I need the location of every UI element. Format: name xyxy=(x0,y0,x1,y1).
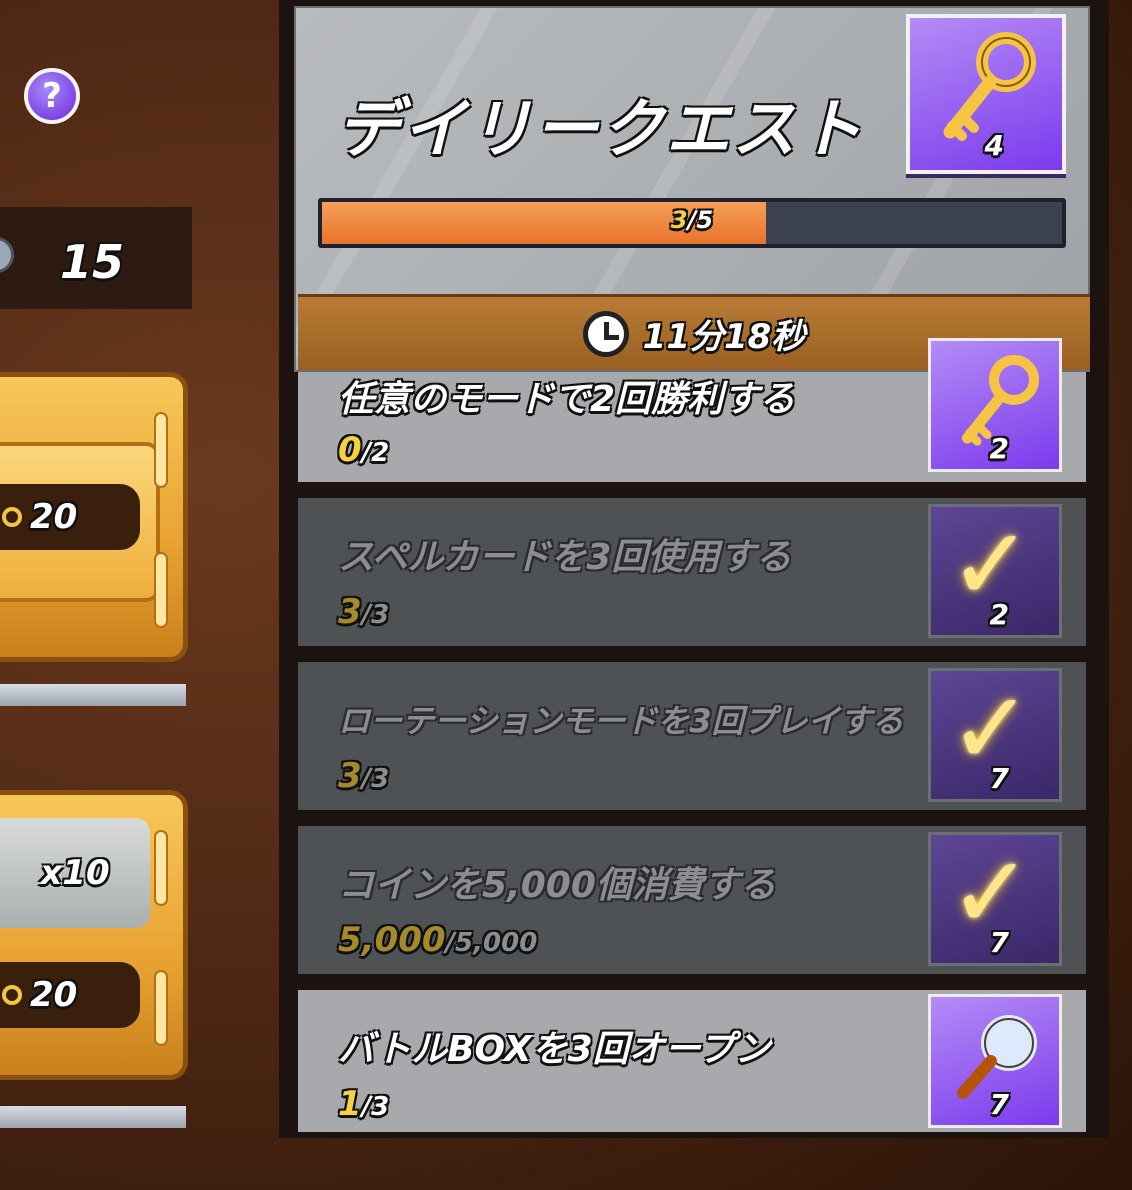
quest-reward: ✓ 7 xyxy=(928,668,1062,802)
quest-item[interactable]: 任意のモードで2回勝利する 0/2 2 xyxy=(298,338,1086,482)
chest-cost: 20 xyxy=(0,484,140,550)
progress-current: 3 xyxy=(670,206,688,234)
header-reward[interactable]: 4 xyxy=(906,14,1066,174)
quest-progress: 3/3 xyxy=(338,592,389,632)
quest-progress-current: 5,000 xyxy=(338,920,446,960)
help-button[interactable]: ? xyxy=(24,68,80,124)
quest-title: ローテーションモードを3回プレイする xyxy=(338,702,904,740)
quest-progress-total: /3 xyxy=(361,600,390,630)
quest-progress-current: 0 xyxy=(338,430,362,470)
help-icon: ? xyxy=(42,76,62,116)
quest-title: 任意のモードで2回勝利する xyxy=(338,379,796,420)
quest-progress-total: /3 xyxy=(361,764,390,794)
chest-stand xyxy=(0,1106,186,1128)
currency-display: 15 xyxy=(0,207,192,309)
chest-window: x10 xyxy=(0,818,150,928)
daily-progress-bar: 3/5 xyxy=(318,198,1066,248)
quest-item[interactable]: スペルカードを3回使用する 3/3 ✓ 2 xyxy=(298,498,1086,646)
quest-reward-count: 2 xyxy=(989,598,1009,631)
quest-reward-count: 7 xyxy=(989,762,1009,795)
quest-title: コインを5,000個消費する xyxy=(338,865,776,906)
quest-progress-current: 3 xyxy=(338,756,362,796)
quest-progress-total: /5,000 xyxy=(445,928,538,958)
quest-progress-current: 1 xyxy=(338,1084,362,1124)
quest-progress-current: 3 xyxy=(338,592,362,632)
chest-hinge xyxy=(154,830,168,906)
currency-value: 15 xyxy=(60,235,125,289)
quest-progress: 5,000/5,000 xyxy=(338,920,537,960)
page-title: デイリークエスト xyxy=(336,93,864,167)
quest-title: スペルカードを3回使用する xyxy=(338,537,792,578)
chest-hinge xyxy=(154,552,168,628)
quest-item[interactable]: バトルBOXを3回オープン 1/3 7 xyxy=(298,990,1086,1132)
progress-label: 3/5 xyxy=(322,206,1062,234)
header-reward-count: 4 xyxy=(984,129,1004,162)
chest-multiplier: x10 xyxy=(40,853,110,893)
quest-progress-total: /2 xyxy=(361,438,390,468)
key-icon xyxy=(2,507,22,527)
chest-cost-value: 20 xyxy=(30,975,78,1015)
timer-text: 11分18秒 xyxy=(642,317,806,357)
quest-progress: 1/3 xyxy=(338,1084,389,1124)
clock-icon xyxy=(582,310,629,357)
chest-cost: 20 xyxy=(0,962,140,1028)
quest-reward-count: 2 xyxy=(989,432,1009,465)
quest-progress-total: /3 xyxy=(361,1092,390,1122)
quest-reward: 2 xyxy=(928,338,1062,472)
quest-reward: 7 xyxy=(928,994,1062,1128)
chest-2[interactable]: x10 20 xyxy=(0,790,190,1128)
quest-reward: ✓ 7 xyxy=(928,832,1062,966)
chest-hinge xyxy=(154,412,168,488)
chest-1[interactable]: 20 xyxy=(0,372,190,706)
progress-total: /5 xyxy=(687,206,714,234)
daily-quest-header: デイリークエスト 4 3/5 11分18秒 xyxy=(294,6,1090,372)
quest-reward-count: 7 xyxy=(989,1088,1009,1121)
quest-title: バトルBOXを3回オープン xyxy=(338,1029,771,1070)
chest-hinge xyxy=(154,970,168,1046)
quest-item[interactable]: コインを5,000個消費する 5,000/5,000 ✓ 7 xyxy=(298,826,1086,974)
quest-progress: 3/3 xyxy=(338,756,389,796)
quest-item[interactable]: ローテーションモードを3回プレイする 3/3 ✓ 7 xyxy=(298,662,1086,810)
quest-reward-count: 7 xyxy=(989,926,1009,959)
quest-progress: 0/2 xyxy=(338,430,389,470)
silver-coin-icon xyxy=(0,237,14,273)
chest-cost-value: 20 xyxy=(30,497,78,537)
key-icon xyxy=(2,985,22,1005)
quest-reward: ✓ 2 xyxy=(928,504,1062,638)
chest-stand xyxy=(0,684,186,706)
